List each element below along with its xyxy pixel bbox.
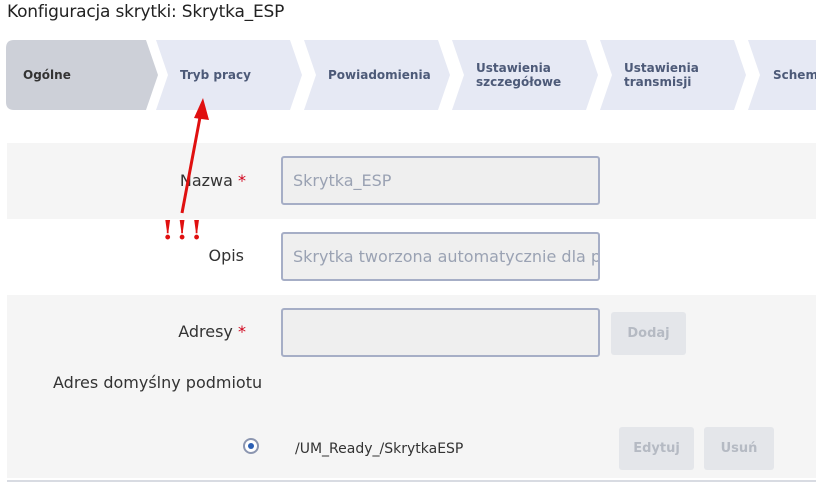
annotation-exclamation: !!! xyxy=(162,216,206,246)
annotation-arrow-icon xyxy=(180,98,209,214)
